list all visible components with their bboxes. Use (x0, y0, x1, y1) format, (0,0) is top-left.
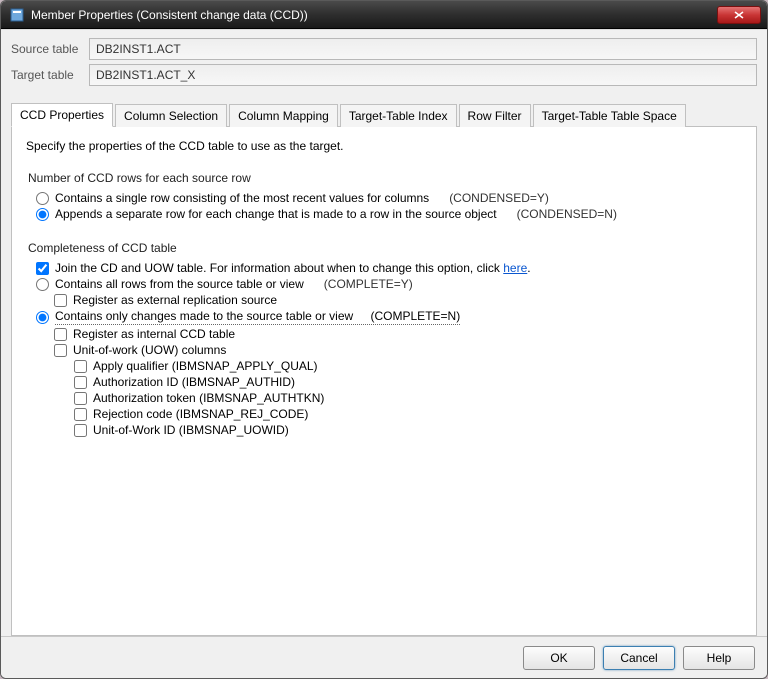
rows-condensed-y-radio[interactable] (36, 192, 49, 205)
uow-uowid-label: Unit-of-Work ID (IBMSNAP_UOWID) (93, 423, 289, 437)
complete-group-title: Completeness of CCD table (28, 241, 742, 255)
tab-strip: CCD Properties Column Selection Column M… (11, 102, 757, 127)
uow-columns-checkbox[interactable] (54, 344, 67, 357)
register-external-label: Register as external replication source (73, 293, 277, 307)
complete-n-suffix: (COMPLETE=N) (371, 309, 461, 323)
rows-condensed-y-label: Contains a single row consisting of the … (55, 191, 429, 205)
rows-group-title: Number of CCD rows for each source row (28, 171, 742, 185)
register-internal-checkbox[interactable] (54, 328, 67, 341)
uow-uowid-checkbox[interactable] (74, 424, 87, 437)
cancel-button[interactable]: Cancel (603, 646, 675, 670)
dialog-body: Source table Target table CCD Properties… (1, 29, 767, 636)
uow-rejcode-label: Rejection code (IBMSNAP_REJ_CODE) (93, 407, 308, 421)
join-cd-uow-label: Join the CD and UOW table. For informati… (55, 261, 531, 275)
window-title: Member Properties (Consistent change dat… (31, 8, 717, 22)
source-table-label: Source table (11, 42, 89, 56)
dialog-window: Member Properties (Consistent change dat… (0, 0, 768, 679)
tab-panel-ccd: Specify the properties of the CCD table … (11, 127, 757, 636)
source-table-input[interactable] (89, 38, 757, 60)
ccd-intro-text: Specify the properties of the CCD table … (26, 139, 742, 153)
uow-authtkn-checkbox[interactable] (74, 392, 87, 405)
join-here-link[interactable]: here (503, 261, 527, 275)
tab-column-mapping[interactable]: Column Mapping (229, 104, 338, 127)
join-label-post: . (527, 261, 530, 275)
uow-authid-label: Authorization ID (IBMSNAP_AUTHID) (93, 375, 295, 389)
complete-n-text: Contains only changes made to the source… (55, 309, 353, 323)
target-table-input[interactable] (89, 64, 757, 86)
register-external-checkbox[interactable] (54, 294, 67, 307)
ok-button[interactable]: OK (523, 646, 595, 670)
rows-condensed-n-suffix: (CONDENSED=N) (517, 207, 617, 221)
tab-target-table-index[interactable]: Target-Table Index (340, 104, 457, 127)
join-cd-uow-checkbox[interactable] (36, 262, 49, 275)
uow-apply-qualifier-checkbox[interactable] (74, 360, 87, 373)
uow-columns-label: Unit-of-work (UOW) columns (73, 343, 226, 357)
tab-row-filter[interactable]: Row Filter (459, 104, 531, 127)
uow-authid-checkbox[interactable] (74, 376, 87, 389)
complete-y-label: Contains all rows from the source table … (55, 277, 304, 291)
uow-apply-qualifier-label: Apply qualifier (IBMSNAP_APPLY_QUAL) (93, 359, 318, 373)
uow-authtkn-label: Authorization token (IBMSNAP_AUTHTKN) (93, 391, 324, 405)
titlebar[interactable]: Member Properties (Consistent change dat… (1, 1, 767, 29)
dialog-footer: OK Cancel Help (1, 636, 767, 678)
app-icon (9, 7, 25, 23)
target-table-label: Target table (11, 68, 89, 82)
complete-y-suffix: (COMPLETE=Y) (324, 277, 413, 291)
complete-n-label: Contains only changes made to the source… (55, 309, 460, 325)
complete-n-radio[interactable] (36, 311, 49, 324)
register-internal-label: Register as internal CCD table (73, 327, 235, 341)
tab-column-selection[interactable]: Column Selection (115, 104, 227, 127)
help-button[interactable]: Help (683, 646, 755, 670)
rows-condensed-n-radio[interactable] (36, 208, 49, 221)
join-label-pre: Join the CD and UOW table. For informati… (55, 261, 503, 275)
close-button[interactable] (717, 6, 761, 24)
rows-condensed-y-suffix: (CONDENSED=Y) (449, 191, 549, 205)
uow-rejcode-checkbox[interactable] (74, 408, 87, 421)
complete-y-radio[interactable] (36, 278, 49, 291)
tab-target-table-space[interactable]: Target-Table Table Space (533, 104, 686, 127)
tab-ccd-properties[interactable]: CCD Properties (11, 103, 113, 127)
rows-condensed-n-label: Appends a separate row for each change t… (55, 207, 497, 221)
